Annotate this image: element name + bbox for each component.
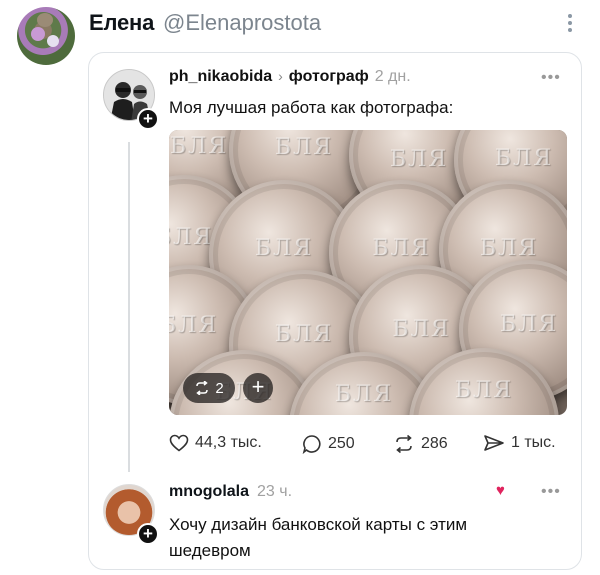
thread-line	[128, 142, 130, 472]
reply-text: Хочу дизайн банковской карты с этим шеде…	[169, 515, 468, 560]
photo-plus-button[interactable]: +	[243, 373, 273, 403]
outer-handle[interactable]: @Elenaprostota	[163, 10, 321, 36]
post-meta: ph_nikaobida › фотограф 2 дн.	[169, 68, 411, 86]
like-count: 44,3 тыс.	[195, 434, 262, 451]
comment-action[interactable]: 250	[302, 434, 355, 454]
photo-repost-count: 2	[215, 379, 224, 397]
outer-display-name[interactable]: Елена	[89, 10, 154, 36]
post-text: Моя лучшая работа как фотографа:	[169, 98, 454, 117]
repost-action[interactable]: 286	[393, 434, 448, 454]
photo-repost-chip[interactable]: 2	[183, 373, 235, 403]
repost-count: 286	[421, 435, 448, 452]
more-vertical-icon[interactable]	[563, 12, 577, 36]
more-icon[interactable]: •••	[541, 69, 561, 87]
post-topic[interactable]: фотограф	[289, 68, 369, 86]
more-icon[interactable]: •••	[541, 483, 561, 501]
reply-time: 23 ч.	[257, 483, 293, 500]
avatar-flower	[31, 27, 45, 41]
share-count: 1 тыс.	[511, 434, 556, 451]
follow-plus-badge[interactable]: +	[137, 108, 159, 130]
like-action[interactable]: 44,3 тыс.	[169, 434, 262, 452]
follow-plus-badge[interactable]: +	[137, 523, 159, 545]
comment-count: 250	[328, 435, 355, 452]
comment-icon	[302, 435, 321, 454]
reply-meta: mnogolala 23 ч.	[169, 483, 292, 501]
liked-by-author-icon: ♥	[496, 482, 505, 499]
post-username[interactable]: ph_nikaobida	[169, 68, 272, 86]
heart-icon	[169, 434, 189, 452]
avatar-flower	[47, 35, 59, 47]
post-time: 2 дн.	[374, 68, 411, 85]
outer-avatar[interactable]	[17, 7, 75, 65]
reply-username[interactable]: mnogolala	[169, 483, 249, 501]
share-action[interactable]: 1 тыс.	[483, 434, 556, 452]
chevron-right-icon: ›	[278, 68, 283, 84]
share-icon	[484, 435, 504, 451]
repost-icon	[396, 434, 412, 454]
post-photo[interactable]: БЛЯ БЛЯ БЛЯ БЛЯ БЛЯ БЛЯ БЛЯ БЛЯ БЛЯ БЛЯ …	[169, 130, 567, 415]
avatar-cat	[37, 13, 53, 27]
repost-icon	[196, 381, 209, 395]
